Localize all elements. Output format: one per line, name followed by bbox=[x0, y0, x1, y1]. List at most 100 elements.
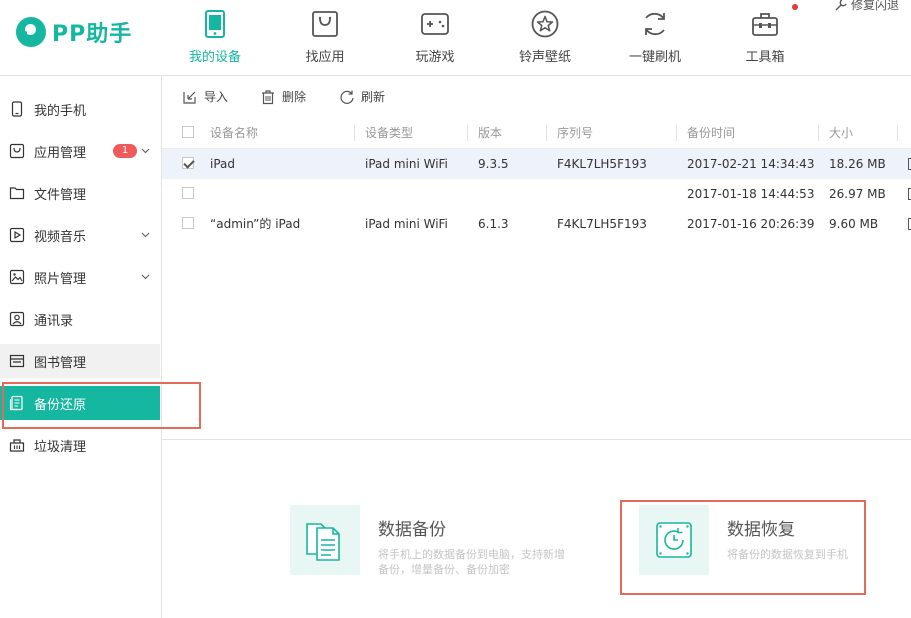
phone-icon bbox=[9, 101, 25, 117]
sidebar-item-junk-cleanup[interactable]: 垃圾清理 bbox=[0, 428, 160, 462]
nav-label: 找应用 bbox=[305, 50, 345, 65]
card-title: 数据备份 bbox=[378, 520, 446, 540]
column-header-size[interactable]: 大小 bbox=[829, 118, 853, 148]
highlight-box bbox=[620, 500, 866, 595]
card-desc-line: 将手机上的数据备份到电脑，支持新增 bbox=[378, 548, 565, 561]
import-button[interactable]: 导入 bbox=[182, 88, 228, 105]
device-icon bbox=[205, 10, 225, 38]
app-bag-icon bbox=[9, 143, 25, 159]
import-label: 导入 bbox=[204, 90, 229, 104]
column-divider[interactable] bbox=[354, 125, 355, 141]
cell-size: 26.97 MB bbox=[829, 187, 886, 201]
top-bar: PP助手 我的设备 找应用 玩游戏 铃声壁纸 一键刷机 工具箱 修复闪退 bbox=[0, 0, 911, 76]
chevron-down-icon[interactable] bbox=[141, 272, 150, 281]
row-checkbox[interactable] bbox=[182, 217, 194, 229]
import-icon bbox=[183, 91, 196, 104]
nav-toolbox[interactable]: 工具箱 bbox=[710, 0, 820, 75]
pp-logo-icon bbox=[16, 17, 46, 47]
sidebar-item-label: 文件管理 bbox=[34, 187, 87, 203]
repair-label: 修复闪退 bbox=[850, 0, 899, 12]
cell-device-name: “admin”的 iPad bbox=[210, 217, 301, 231]
sidebar-item-label: 照片管理 bbox=[34, 271, 87, 287]
refresh-label: 刷新 bbox=[361, 90, 386, 104]
nav-label: 一键刷机 bbox=[628, 50, 681, 65]
folder-icon bbox=[9, 185, 25, 201]
sidebar-item-my-phone[interactable]: 我的手机 bbox=[0, 92, 160, 126]
cell-device-type: iPad mini WiFi bbox=[365, 157, 448, 171]
card-desc-line: 备份，增量备份、备份加密 bbox=[378, 563, 510, 576]
column-divider[interactable] bbox=[676, 125, 677, 141]
contacts-icon bbox=[9, 311, 25, 327]
section-divider bbox=[162, 439, 911, 440]
cell-serial: F4KL7LH5F193 bbox=[557, 157, 647, 171]
toolbar: 导入 删除 刷新 bbox=[162, 76, 911, 116]
backup-table: 设备名称 设备类型 版本 序列号 备份时间 大小 iPad iPad mini … bbox=[162, 118, 911, 239]
refresh-icon bbox=[340, 90, 354, 104]
column-divider[interactable] bbox=[897, 125, 898, 141]
nav-my-device[interactable]: 我的设备 bbox=[160, 0, 270, 75]
row-checkbox[interactable] bbox=[182, 157, 194, 169]
column-divider[interactable] bbox=[467, 125, 468, 141]
table-row[interactable]: “admin”的 iPad iPad mini WiFi 6.1.3 F4KL7… bbox=[162, 209, 911, 239]
wrench-icon bbox=[835, 0, 847, 10]
nav-ringtones[interactable]: 铃声壁纸 bbox=[490, 0, 600, 75]
app-logo: PP助手 bbox=[16, 14, 132, 50]
column-divider[interactable] bbox=[818, 125, 819, 141]
chevron-down-icon[interactable] bbox=[141, 230, 150, 239]
refresh-cycle-icon bbox=[645, 12, 665, 36]
gamepad-icon bbox=[421, 13, 449, 35]
column-divider[interactable] bbox=[546, 125, 547, 141]
column-header-serial[interactable]: 序列号 bbox=[557, 118, 593, 148]
nav-games[interactable]: 玩游戏 bbox=[380, 0, 490, 75]
cell-version: 9.3.5 bbox=[478, 157, 509, 171]
nav-flash[interactable]: 一键刷机 bbox=[600, 0, 710, 75]
cell-size: 9.60 MB bbox=[829, 217, 879, 231]
refresh-button[interactable]: 刷新 bbox=[339, 88, 385, 105]
trash-bin-icon bbox=[9, 437, 25, 453]
notification-dot bbox=[792, 4, 798, 10]
nav-label: 铃声壁纸 bbox=[518, 50, 571, 65]
repair-crash-button[interactable]: 修复闪退 bbox=[834, 0, 899, 13]
cell-device-type: iPad mini WiFi bbox=[365, 217, 448, 231]
nav-find-apps[interactable]: 找应用 bbox=[270, 0, 380, 75]
table-row[interactable]: 2017-01-18 14:44:53 26.97 MB bbox=[162, 179, 911, 209]
cell-device-name: iPad bbox=[210, 157, 236, 171]
sidebar-item-file-management[interactable]: 文件管理 bbox=[0, 176, 160, 210]
sidebar-item-video-music[interactable]: 视频音乐 bbox=[0, 218, 160, 252]
sidebar-item-book-management[interactable]: 图书管理 bbox=[0, 344, 160, 378]
update-count-badge: 1 bbox=[113, 144, 137, 158]
select-all-checkbox[interactable] bbox=[182, 126, 194, 138]
main-nav: 我的设备 找应用 玩游戏 铃声壁纸 一键刷机 工具箱 bbox=[160, 0, 820, 75]
column-header-backup-time[interactable]: 备份时间 bbox=[687, 118, 735, 148]
sidebar-item-label: 视频音乐 bbox=[34, 229, 87, 245]
delete-label: 删除 bbox=[282, 90, 307, 104]
play-icon bbox=[9, 227, 25, 243]
sidebar-item-label: 垃圾清理 bbox=[34, 439, 87, 455]
cell-backup-time: 2017-01-16 20:26:39 bbox=[687, 217, 815, 231]
cell-serial: F4KL7LH5F193 bbox=[557, 217, 647, 231]
cell-backup-time: 2017-02-21 14:34:43 bbox=[687, 157, 815, 171]
sidebar-item-label: 我的手机 bbox=[34, 103, 87, 119]
column-header-device-type[interactable]: 设备类型 bbox=[365, 118, 413, 148]
sidebar-item-photo-management[interactable]: 照片管理 bbox=[0, 260, 160, 294]
toolbox-icon bbox=[752, 13, 778, 36]
card-description: 将手机上的数据备份到电脑，支持新增 备份，增量备份、备份加密 bbox=[378, 547, 590, 577]
cell-backup-time: 2017-01-18 14:44:53 bbox=[687, 187, 815, 201]
highlight-box bbox=[2, 382, 201, 429]
table-row[interactable]: iPad iPad mini WiFi 9.3.5 F4KL7LH5F193 2… bbox=[162, 149, 911, 179]
sidebar-item-contacts[interactable]: 通讯录 bbox=[0, 302, 160, 336]
sidebar-item-label: 图书管理 bbox=[34, 355, 87, 371]
photo-icon bbox=[9, 269, 25, 285]
cell-version: 6.1.3 bbox=[478, 217, 509, 231]
data-backup-card[interactable]: 数据备份 将手机上的数据备份到电脑，支持新增 备份，增量备份、备份加密 bbox=[290, 505, 590, 585]
column-header-version[interactable]: 版本 bbox=[478, 118, 502, 148]
row-checkbox[interactable] bbox=[182, 187, 194, 199]
chevron-down-icon[interactable] bbox=[141, 146, 150, 155]
book-icon bbox=[9, 353, 25, 369]
delete-button[interactable]: 删除 bbox=[260, 88, 306, 105]
sidebar-item-app-management[interactable]: 应用管理 1 bbox=[0, 134, 160, 168]
star-icon bbox=[531, 10, 559, 38]
nav-label: 玩游戏 bbox=[415, 50, 455, 65]
column-header-device-name[interactable]: 设备名称 bbox=[210, 118, 258, 148]
sidebar-item-label: 通讯录 bbox=[34, 313, 74, 329]
